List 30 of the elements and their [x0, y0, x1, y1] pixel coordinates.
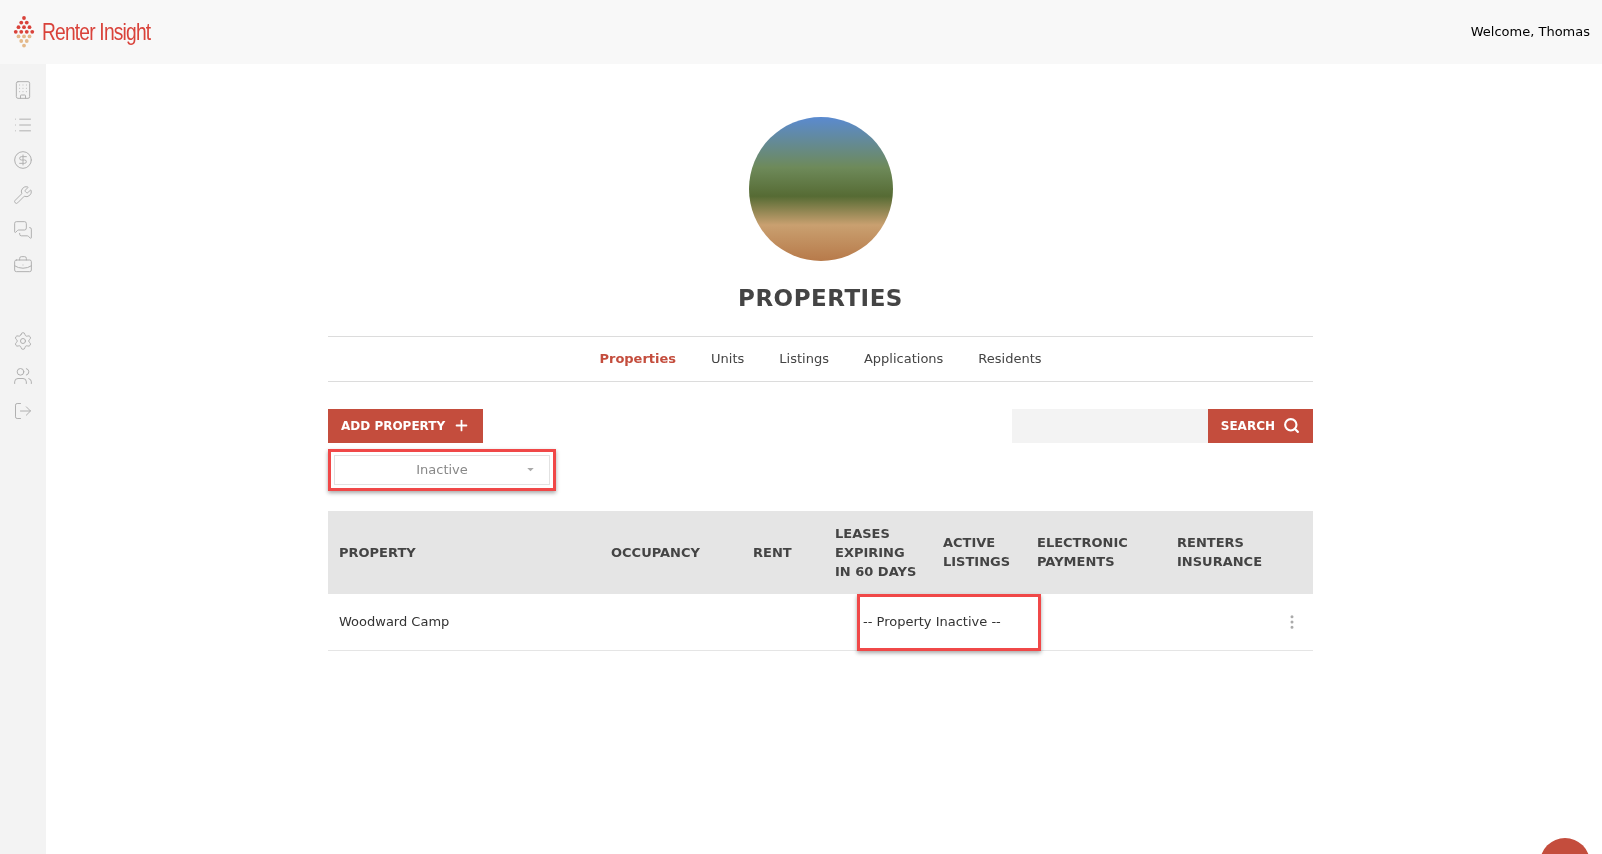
column-header: LEASES EXPIRING IN 60 DAYS [835, 524, 918, 581]
status-dropdown[interactable]: Inactive [334, 454, 550, 485]
logout-icon[interactable] [13, 401, 33, 421]
settings-icon[interactable] [13, 331, 33, 351]
page-title: PROPERTIES [738, 284, 903, 313]
column-header: RENTERS INSURANCE [1177, 534, 1263, 571]
chat-bubbles-icon[interactable] [13, 220, 33, 240]
add-property-button[interactable]: ADD PROPERTY [328, 408, 484, 443]
building-icon[interactable] [13, 80, 33, 100]
nav-tab[interactable]: Residents [978, 348, 1042, 369]
nav-tab[interactable]: Properties [599, 348, 677, 369]
table-cell-text: Woodward Camp [338, 613, 451, 632]
users-icon[interactable] [13, 366, 33, 386]
search-icon [1283, 417, 1300, 434]
nav-tab[interactable]: Units [711, 348, 745, 369]
search-field[interactable] [1011, 408, 1208, 443]
column-header: OCCUPANCY [611, 543, 701, 562]
logo-text: Renter Insight [42, 17, 151, 47]
search-button[interactable]: SEARCH [1207, 408, 1313, 443]
welcome-text: Welcome, Thomas [1470, 23, 1591, 42]
status-note: -- Property Inactive -- [863, 613, 1001, 632]
column-header: ACTIVE LISTINGS [943, 534, 1012, 571]
nav-tab[interactable]: Listings [779, 348, 829, 369]
nav-tab[interactable]: Applications [863, 348, 944, 369]
column-header: ELECTRONIC PAYMENTS [1037, 534, 1129, 571]
column-header: PROPERTY [338, 543, 417, 562]
briefcase-icon[interactable] [13, 255, 33, 275]
dollar-icon[interactable] [13, 150, 33, 170]
column-header: RENT [753, 543, 793, 562]
wrench-icon[interactable] [13, 185, 33, 205]
